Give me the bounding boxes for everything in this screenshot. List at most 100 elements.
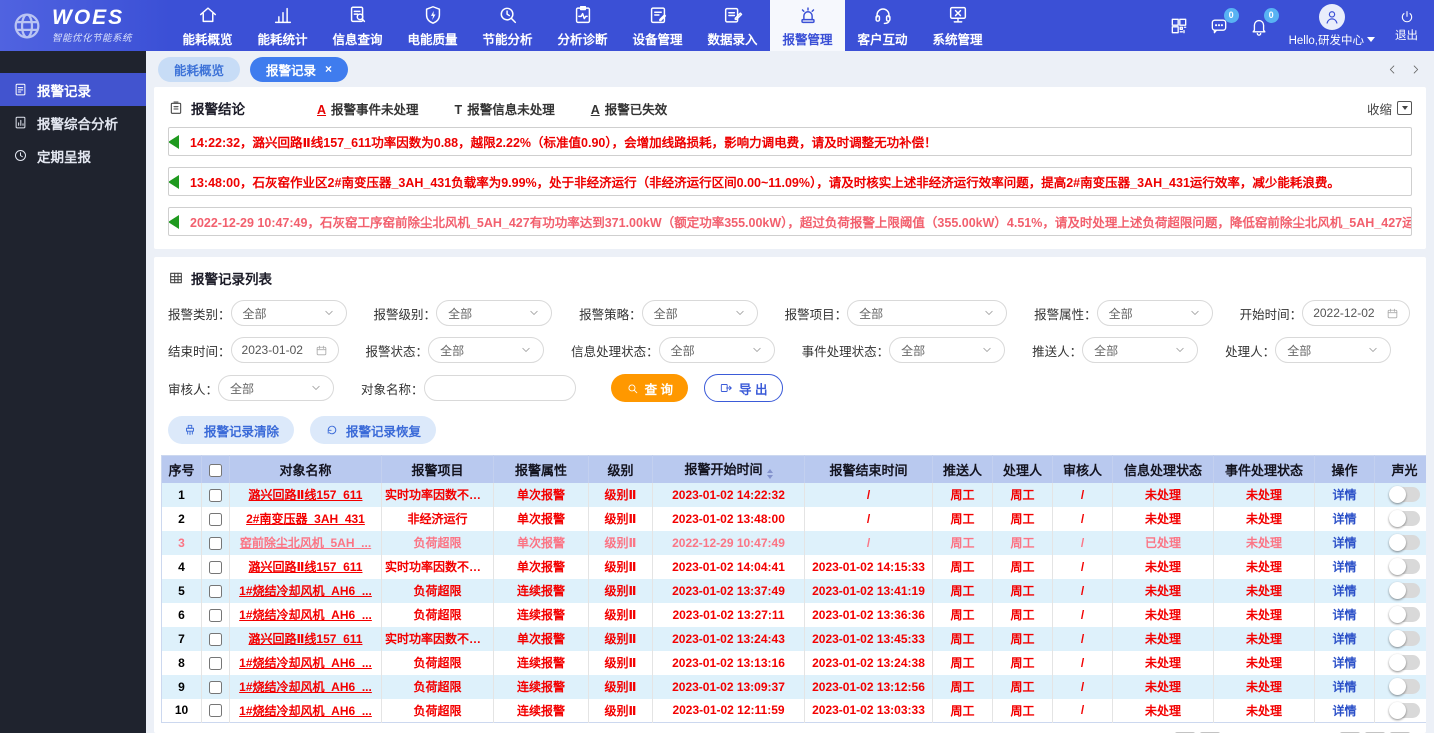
nav-item-1[interactable]: 能耗统计 <box>245 0 320 51</box>
object-name-link[interactable]: 潞兴回路Ⅱ线157_611 <box>249 632 363 646</box>
info-status: 未处理 <box>1113 675 1214 699</box>
filter-select[interactable]: 全部 <box>659 337 775 363</box>
detail-link[interactable]: 详情 <box>1332 608 1356 622</box>
row-checkbox[interactable] <box>209 513 222 526</box>
object-name-link[interactable]: 1#烧结冷却风机_AH6_... <box>239 680 372 694</box>
object-name-link[interactable]: 1#烧结冷却风机_AH6_... <box>239 608 372 622</box>
sound-light-toggle[interactable] <box>1390 607 1420 622</box>
nav-item-5[interactable]: 分析诊断 <box>545 0 620 51</box>
conclusion-tab-2[interactable]: A报警已失效 <box>591 99 668 118</box>
alarm-item: 负荷超限 <box>382 531 494 555</box>
sound-light-toggle[interactable] <box>1390 703 1420 718</box>
sound-light-toggle[interactable] <box>1390 655 1420 670</box>
nav-item-4[interactable]: 节能分析 <box>470 0 545 51</box>
filter-select[interactable]: 全部 <box>231 300 347 326</box>
filter-label: 报警状态 <box>366 341 429 360</box>
column-header-6[interactable]: 报警开始时间 <box>653 456 805 483</box>
search-button[interactable]: 查 询 <box>611 374 688 402</box>
object-name-link[interactable]: 2#南变压器_3AH_431 <box>246 512 365 526</box>
sound-light-toggle[interactable] <box>1390 679 1420 694</box>
filter-select[interactable]: 全部 <box>218 375 334 401</box>
nav-item-8[interactable]: 报警管理 <box>770 0 845 51</box>
selected-value: 全部 <box>671 342 695 359</box>
export-button[interactable]: 导 出 <box>704 374 782 402</box>
filter-select[interactable]: 全部 <box>1082 337 1198 363</box>
nav-item-label: 报警管理 <box>782 29 832 48</box>
object-name-link[interactable]: 潞兴回路Ⅱ线157_611 <box>249 560 363 574</box>
collapse-control[interactable]: 收缩 <box>1367 99 1412 118</box>
row-checkbox[interactable] <box>209 561 222 574</box>
detail-link[interactable]: 详情 <box>1332 488 1356 502</box>
detail-link[interactable]: 详情 <box>1332 632 1356 646</box>
date-picker[interactable]: 2022-12-02 <box>1302 300 1410 326</box>
filter-select[interactable]: 全部 <box>436 300 552 326</box>
nav-item-9[interactable]: 客户互动 <box>845 0 920 51</box>
object-name-link[interactable]: 1#烧结冷却风机_AH6_... <box>239 584 372 598</box>
nav-item-0[interactable]: 能耗概览 <box>170 0 245 51</box>
object-name-input[interactable] <box>424 375 576 401</box>
chevron-down-icon <box>734 307 746 319</box>
object-name-link[interactable]: 窑前除尘北风机_5AH_... <box>240 536 371 550</box>
detail-link[interactable]: 详情 <box>1332 656 1356 670</box>
nav-item-2[interactable]: 信息查询 <box>320 0 395 51</box>
sound-light-toggle[interactable] <box>1390 631 1420 646</box>
row-checkbox[interactable] <box>209 585 222 598</box>
filter-select[interactable]: 全部 <box>1275 337 1391 363</box>
conclusion-tab-0[interactable]: A报警事件未处理 <box>317 99 419 118</box>
object-name-link[interactable]: 潞兴回路Ⅱ线157_611 <box>249 488 363 502</box>
open-tab-0[interactable]: 能耗概览 <box>158 57 240 82</box>
restore-records-button[interactable]: 报警记录恢复 <box>310 416 436 444</box>
conclusion-tab-1[interactable]: T报警信息未处理 <box>455 99 555 118</box>
user-menu[interactable]: Hello,研发中心 <box>1289 4 1375 48</box>
detail-link[interactable]: 详情 <box>1332 584 1356 598</box>
row-checkbox[interactable] <box>209 609 222 622</box>
close-icon[interactable]: × <box>325 63 332 75</box>
messages-icon[interactable]: 0 <box>1209 16 1229 36</box>
qr-code-icon[interactable] <box>1169 16 1189 36</box>
object-name-link[interactable]: 1#烧结冷却风机_AH6_... <box>239 656 372 670</box>
detail-link[interactable]: 详情 <box>1332 512 1356 526</box>
detail-link[interactable]: 详情 <box>1332 680 1356 694</box>
column-header-1[interactable] <box>202 456 230 483</box>
row-index: 7 <box>162 627 202 651</box>
nav-item-10[interactable]: 系统管理 <box>920 0 995 51</box>
nav-item-7[interactable]: 数据录入 <box>695 0 770 51</box>
logout-button[interactable]: 退出 <box>1395 9 1418 43</box>
tabs-scroll-right-icon[interactable] <box>1409 63 1422 76</box>
row-checkbox[interactable] <box>209 657 222 670</box>
row-checkbox[interactable] <box>209 681 222 694</box>
detail-link[interactable]: 详情 <box>1332 704 1356 718</box>
filter-select[interactable]: 全部 <box>889 337 1005 363</box>
sidebar-item-1[interactable]: 报警综合分析 <box>0 106 146 139</box>
tabs-scroll-left-icon[interactable] <box>1386 63 1399 76</box>
sound-light-toggle[interactable] <box>1390 487 1420 502</box>
sidebar-item-2[interactable]: 定期呈报 <box>0 139 146 172</box>
sound-light-toggle[interactable] <box>1390 583 1420 598</box>
detail-link[interactable]: 详情 <box>1332 536 1356 550</box>
sidebar-item-0[interactable]: 报警记录 <box>0 73 146 106</box>
sound-light-toggle[interactable] <box>1390 559 1420 574</box>
notifications-icon[interactable]: 0 <box>1249 16 1269 36</box>
object-name-link[interactable]: 1#烧结冷却风机_AH6_... <box>239 704 372 718</box>
alarm-attr: 单次报警 <box>494 627 589 651</box>
nav-item-6[interactable]: 设备管理 <box>620 0 695 51</box>
row-index: 5 <box>162 579 202 603</box>
filter-select[interactable]: 全部 <box>1097 300 1213 326</box>
date-picker[interactable]: 2023-01-02 <box>231 337 339 363</box>
sound-light-toggle[interactable] <box>1390 511 1420 526</box>
filter-group: 报警级别全部 <box>374 300 553 326</box>
row-checkbox[interactable] <box>209 704 222 717</box>
nav-item-3[interactable]: 电能质量 <box>395 0 470 51</box>
detail-link[interactable]: 详情 <box>1332 560 1356 574</box>
sound-light-toggle[interactable] <box>1390 535 1420 550</box>
filter-select[interactable]: 全部 <box>847 300 1007 326</box>
row-checkbox[interactable] <box>209 489 222 502</box>
filter-select[interactable]: 全部 <box>642 300 758 326</box>
select-all-checkbox[interactable] <box>209 464 222 477</box>
filter-select[interactable]: 全部 <box>428 337 544 363</box>
open-tab-1[interactable]: 报警记录× <box>250 57 348 82</box>
row-checkbox[interactable] <box>209 537 222 550</box>
row-checkbox[interactable] <box>209 633 222 646</box>
row-index: 1 <box>162 483 202 507</box>
clear-records-button[interactable]: 报警记录清除 <box>168 416 294 444</box>
